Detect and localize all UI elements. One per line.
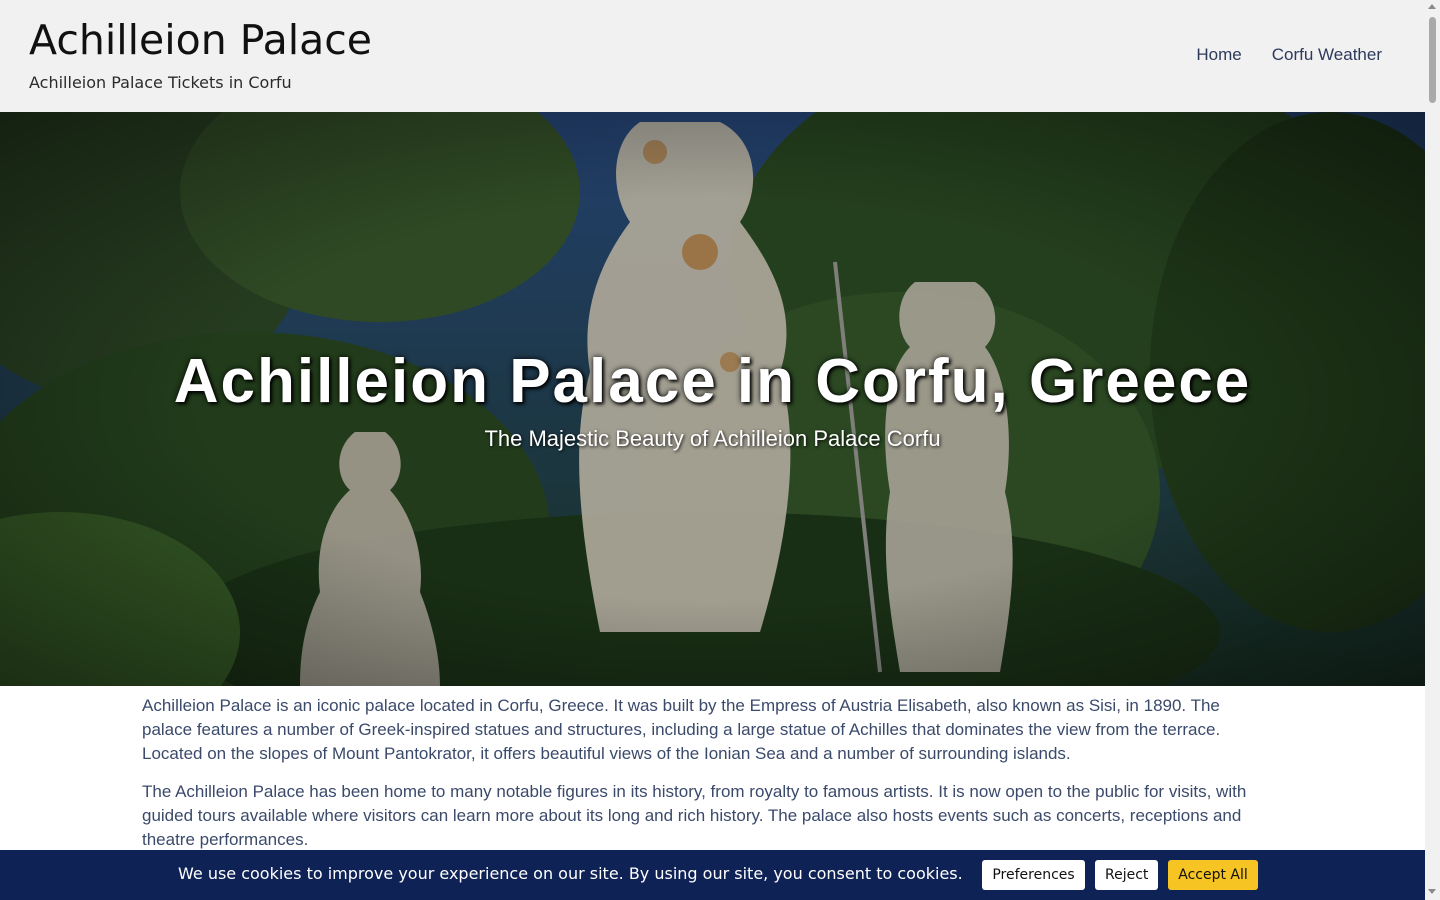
site-header: Achilleion Palace Achilleion Palace Tick… <box>0 0 1425 112</box>
cookie-accept-all-button[interactable]: Accept All <box>1168 860 1258 890</box>
nav-link-corfu-weather[interactable]: Corfu Weather <box>1272 45 1382 65</box>
cookie-consent-bar: We use cookies to improve your experienc… <box>0 850 1425 900</box>
vertical-scrollbar[interactable] <box>1425 0 1440 900</box>
main-nav: Home Corfu Weather <box>1196 45 1382 65</box>
cookie-reject-button[interactable]: Reject <box>1095 860 1158 890</box>
scroll-up-arrow-icon[interactable] <box>1428 4 1436 9</box>
cookie-message: We use cookies to improve your experienc… <box>178 864 963 883</box>
main-content: Achilleion Palace is an iconic palace lo… <box>142 694 1267 866</box>
scrollbar-thumb[interactable] <box>1429 17 1436 103</box>
hero-title: Achilleion Palace in Corfu, Greece <box>173 347 1252 416</box>
site-tagline: Achilleion Palace Tickets in Corfu <box>29 73 292 92</box>
cookie-preferences-button[interactable]: Preferences <box>982 860 1085 890</box>
hero-subtitle: The Majestic Beauty of Achilleion Palace… <box>484 426 941 451</box>
content-paragraph: Achilleion Palace is an iconic palace lo… <box>142 696 1221 763</box>
scroll-down-arrow-icon[interactable] <box>1428 889 1436 894</box>
nav-link-home[interactable]: Home <box>1196 45 1241 65</box>
hero-banner: Achilleion Palace in Corfu, Greece The M… <box>0 112 1425 686</box>
site-title[interactable]: Achilleion Palace <box>29 14 372 66</box>
content-paragraph: The Achilleion Palace has been home to m… <box>142 782 1247 849</box>
